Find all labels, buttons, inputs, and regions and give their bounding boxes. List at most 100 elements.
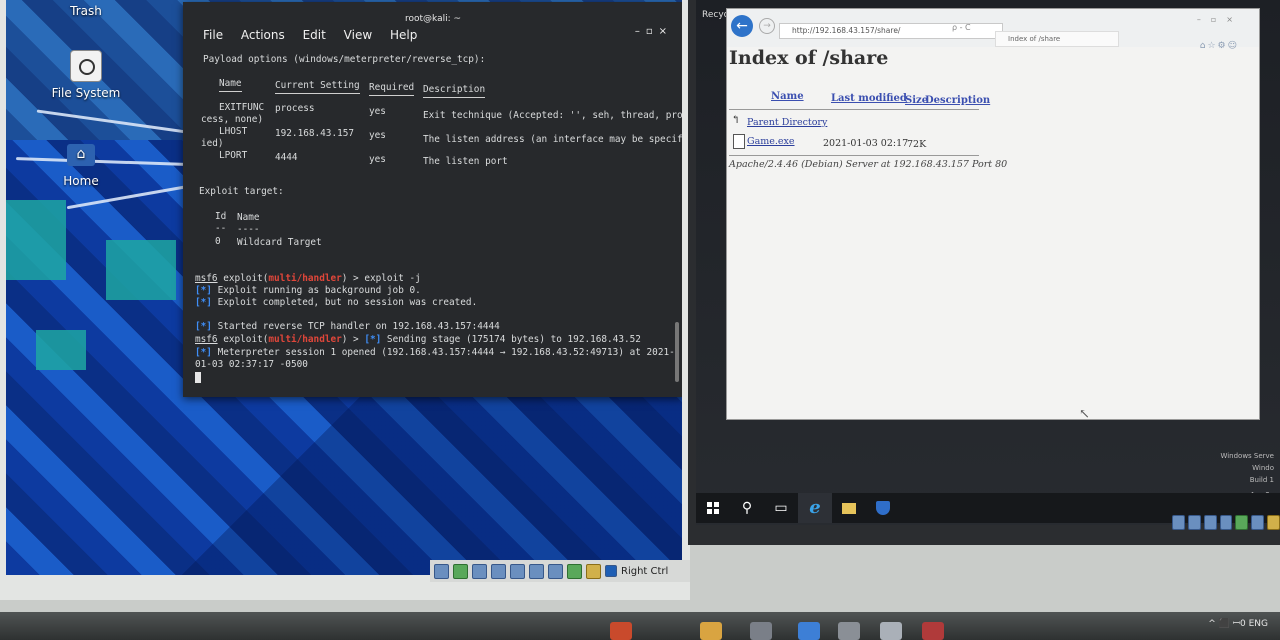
windows-vm-window: Recyc ← → http://192.168.43.157/share/ ρ… (688, 0, 1280, 545)
col-header-setting: Current Setting (275, 80, 360, 94)
start-button[interactable] (696, 493, 730, 523)
host-app-icon[interactable] (798, 622, 820, 640)
opt-required: yes (369, 130, 386, 141)
info-marker: [*] (195, 285, 212, 296)
close-icon[interactable]: × (1226, 15, 1243, 24)
watermark-line: Windows Serve (1220, 452, 1274, 460)
host-system-tray[interactable]: ^ ⬛ ꟷ0 ENG (1208, 616, 1268, 629)
host-app-icon[interactable] (610, 622, 632, 640)
audio-icon[interactable] (1203, 514, 1217, 530)
cpu-icon[interactable] (586, 563, 601, 579)
terminal-window[interactable]: root@kali: ~ –▫× File Actions Edit View … (183, 2, 682, 397)
maximize-icon[interactable]: ▫ (646, 26, 659, 37)
ie-navigation-bar: ← → http://192.168.43.157/share/ ρ - C I… (727, 9, 1259, 51)
desktop-icon-filesystem[interactable]: File System (46, 50, 126, 100)
prompt-exploit: exploit( (223, 334, 269, 345)
windows-desktop: Recyc ← → http://192.168.43.157/share/ ρ… (696, 0, 1280, 525)
menu-actions[interactable]: Actions (241, 28, 285, 42)
target-dash-name: ---- (237, 224, 260, 235)
prompt-end: ) > (341, 273, 365, 284)
display-icon[interactable] (548, 563, 563, 579)
menu-edit[interactable]: Edit (303, 28, 326, 42)
address-search-refresh-icons[interactable]: ρ - C (952, 23, 971, 32)
shield-icon (876, 501, 890, 515)
desktop-icon-home[interactable]: Home (51, 144, 111, 188)
kali-desktop: Trash File System Home root@kali: ~ –▫× … (6, 0, 682, 575)
home-icon (67, 144, 95, 166)
desktop-icon-trash[interactable]: Trash (56, 4, 116, 18)
host-key-label: Right Ctrl (621, 565, 669, 577)
recording-icon[interactable] (567, 563, 582, 579)
module-name: multi/handler (268, 334, 342, 345)
col-header-required: Required (369, 82, 415, 96)
network-icon[interactable] (491, 563, 506, 579)
taskbar-ie[interactable]: e (798, 493, 832, 523)
audio-icon[interactable] (472, 563, 487, 579)
terminal-scrollbar[interactable] (675, 322, 679, 382)
column-name-link[interactable]: Name (771, 91, 804, 102)
cpu-icon[interactable] (1267, 514, 1280, 530)
output-text: Meterpreter session 1 opened (192.168.43… (211, 347, 675, 358)
forward-arrow-icon[interactable]: → (759, 18, 775, 34)
output-text: Started reverse TCP handler on 192.168.4… (211, 321, 500, 332)
opt-required: yes (369, 154, 386, 165)
payload-options-line: Payload options (windows/meterpreter/rev… (203, 54, 486, 65)
back-arrow-icon[interactable]: ← (731, 15, 753, 37)
output-line: [*] Exploit running as background job 0. (195, 285, 421, 296)
opt-name: LPORT (219, 150, 248, 161)
page-content: Index of /share Name Last modified Size … (727, 47, 1259, 422)
recycle-bin-label[interactable]: Recyc (702, 10, 729, 20)
minimize-icon[interactable]: – (635, 26, 646, 37)
host-app-icon[interactable] (750, 622, 772, 640)
maximize-icon[interactable]: ▫ (1211, 15, 1226, 24)
menu-file[interactable]: File (203, 28, 223, 42)
taskbar-file-explorer[interactable] (832, 493, 866, 523)
shared-folder-icon[interactable] (529, 563, 544, 579)
shared-folder-icon[interactable] (1251, 514, 1265, 530)
output-text: Sending stage (175174 bytes) to 192.168.… (381, 334, 641, 345)
usb-icon[interactable] (510, 563, 525, 579)
file-link[interactable]: Game.exe (747, 136, 795, 147)
minimize-icon[interactable]: – (1197, 15, 1211, 24)
menu-help[interactable]: Help (390, 28, 417, 42)
optical-drive-icon[interactable] (1187, 514, 1201, 530)
output-text: Exploit running as background job 0. (211, 285, 421, 296)
folder-icon (842, 502, 856, 514)
keyboard-capture-icon[interactable] (605, 565, 617, 577)
host-folder-icon[interactable] (700, 622, 722, 640)
search-icon: ⚲ (741, 500, 753, 516)
ie-window-controls[interactable]: –▫× (1197, 15, 1243, 24)
internet-explorer-window[interactable]: ← → http://192.168.43.157/share/ ρ - C I… (726, 8, 1260, 422)
hdd-icon[interactable] (434, 563, 449, 579)
host-store-icon[interactable] (838, 622, 860, 640)
hdd-icon[interactable] (1172, 514, 1185, 530)
search-button[interactable]: ⚲ (730, 493, 764, 523)
opt-desc-wrap: cess, none) (201, 114, 264, 125)
command-line-2: msf6 exploit(multi/handler) > [*] Sendin… (195, 334, 641, 345)
taskbar-server-manager[interactable] (866, 493, 900, 523)
close-icon[interactable]: × (659, 26, 673, 37)
opt-name: LHOST (219, 126, 248, 137)
parent-directory-link[interactable]: Parent Directory (747, 117, 827, 128)
host-taskbar (0, 612, 1280, 640)
wallpaper-tile (36, 330, 86, 370)
host-virtualbox-icon[interactable] (880, 622, 902, 640)
task-view-icon: ▭ (774, 500, 788, 516)
host-app-icon[interactable] (922, 622, 944, 640)
output-line: [*] Exploit completed, but no session wa… (195, 297, 477, 308)
task-view-button[interactable]: ▭ (764, 493, 798, 523)
network-icon[interactable] (1219, 514, 1233, 530)
menu-view[interactable]: View (344, 28, 372, 42)
opt-desc: The listen port (423, 156, 508, 167)
output-line: [*] Started reverse TCP handler on 192.1… (195, 321, 500, 332)
optical-drive-icon[interactable] (453, 563, 468, 579)
server-signature: Apache/2.4.46 (Debian) Server at 192.168… (729, 159, 1008, 170)
windows-watermark: Windows Serve Windo Build 1 (1220, 450, 1274, 486)
browser-tab[interactable]: Index of /share (995, 31, 1119, 47)
usb-icon[interactable] (1235, 514, 1249, 530)
terminal-window-controls[interactable]: –▫× (635, 26, 673, 37)
column-description-link[interactable]: Description (925, 95, 990, 106)
column-last-modified-link[interactable]: Last modified (831, 93, 907, 104)
command-text: exploit -j (364, 273, 421, 284)
virtualbox-statusbar: Right Ctrl (430, 560, 690, 582)
